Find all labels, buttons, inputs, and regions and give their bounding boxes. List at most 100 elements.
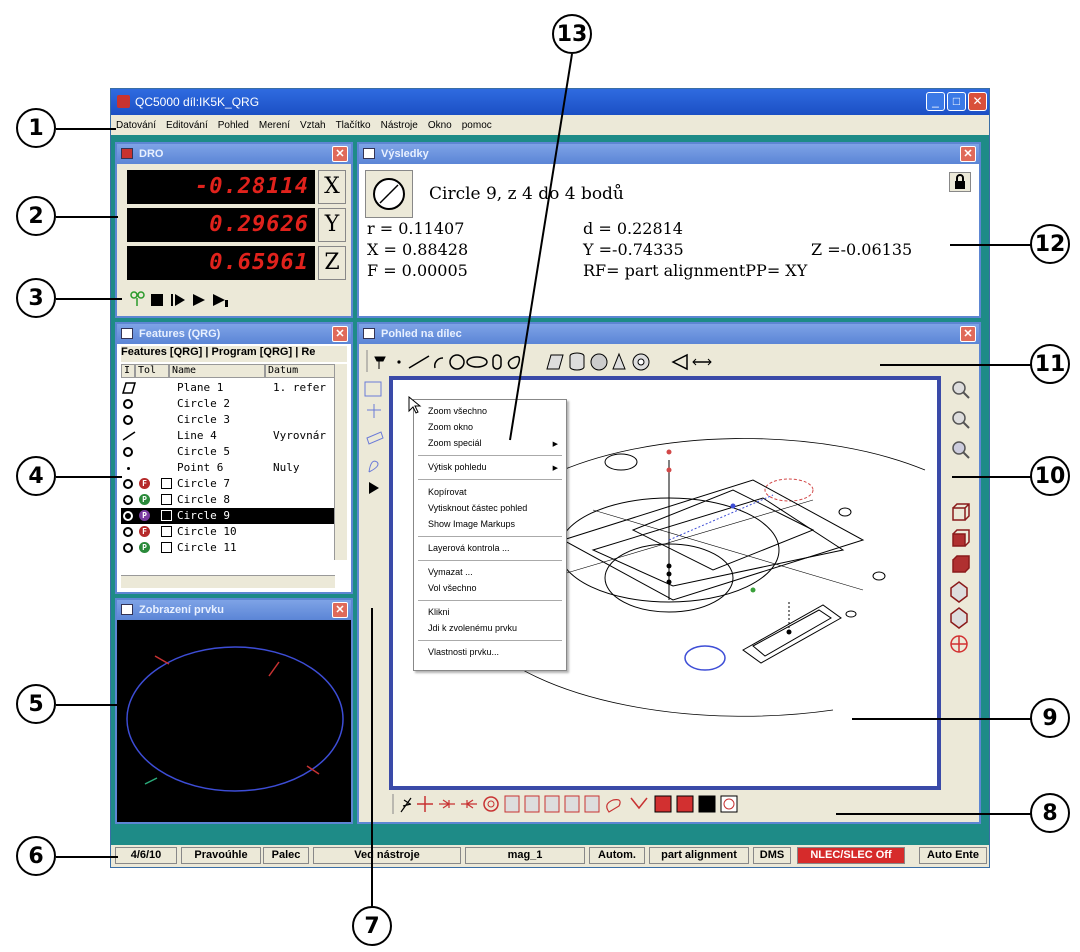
feature-view-titlebar[interactable]: Zobrazení prvku ✕ <box>117 600 351 620</box>
feature-row-circle-11[interactable]: P Circle 11 <box>121 540 337 556</box>
view-front-icon[interactable] <box>952 529 970 547</box>
status-nlec-slec[interactable]: NLEC/SLEC Off <box>797 847 905 864</box>
circle-probe-icon[interactable] <box>483 796 499 812</box>
zoom-window-icon[interactable] <box>952 411 970 429</box>
minimize-button[interactable]: _ <box>926 92 945 111</box>
mark-tool-2-icon[interactable] <box>676 795 694 813</box>
part-view-titlebar[interactable]: Pohled na dílec ✕ <box>359 324 979 344</box>
menu-vztah[interactable]: Vztah <box>295 120 331 131</box>
dro-y-axis-button[interactable]: Y <box>318 208 346 242</box>
status-mode[interactable]: Autom. <box>589 847 645 864</box>
view-top-icon[interactable] <box>950 581 968 603</box>
zoom-all-icon[interactable] <box>952 381 970 399</box>
feature-row-circle-5[interactable]: Circle 5 <box>121 444 337 460</box>
close-button[interactable]: ✕ <box>968 92 987 111</box>
maximize-button[interactable]: □ <box>947 92 966 111</box>
cross-icon[interactable] <box>417 796 433 812</box>
axis-icon[interactable] <box>367 404 381 418</box>
menu-pohled[interactable]: Pohled <box>213 120 254 131</box>
features-tabs[interactable]: Features [QRG] | Program [QRG] | Re <box>121 346 347 362</box>
edge-left-icon[interactable] <box>461 799 477 809</box>
menu-item-feature-properties[interactable]: Vlastnosti prvku... <box>428 647 499 657</box>
part-view-close-button[interactable]: ✕ <box>960 326 976 342</box>
run-to-end-icon[interactable] <box>213 294 228 307</box>
menu-item-layer-control[interactable]: Layerová kontrola ... <box>428 543 510 553</box>
menu-item-zoom-window[interactable]: Zoom okno <box>428 422 473 432</box>
feature-row-line-4[interactable]: Line 4 Vyrovnár <box>121 428 337 444</box>
distance-tool-icon[interactable] <box>692 358 712 366</box>
mark-tool-3-icon[interactable] <box>698 795 716 813</box>
menu-item-click[interactable]: Klikni <box>428 607 450 617</box>
feature-row-circle-7[interactable]: F Circle 7 <box>121 476 337 492</box>
menu-editovani[interactable]: Editování <box>161 120 213 131</box>
view-iso-icon[interactable] <box>952 503 970 521</box>
col-header-tol[interactable]: Tol <box>135 364 169 378</box>
line-tool-icon[interactable] <box>408 355 430 369</box>
menu-item-print-view[interactable]: Výtisk pohledu <box>428 462 487 472</box>
curve-icon[interactable] <box>368 460 379 473</box>
box-tool-5-icon[interactable] <box>584 795 600 813</box>
target-probe-icon[interactable] <box>720 795 738 813</box>
blob-probe-icon[interactable] <box>606 799 621 813</box>
menu-item-go-to-feature[interactable]: Jdi k zvolenému prvku <box>428 623 517 633</box>
feature-row-circle-9[interactable]: P Circle 9 <box>121 508 337 524</box>
edge-right-icon[interactable] <box>439 799 455 809</box>
step-play-icon[interactable] <box>171 294 185 306</box>
col-header-datum[interactable]: Datum <box>265 364 335 378</box>
mark-tool-1-icon[interactable] <box>654 795 672 813</box>
col-header-name[interactable]: Name <box>169 364 265 378</box>
menu-nastroje[interactable]: Nástroje <box>376 120 423 131</box>
features-hscrollbar[interactable] <box>121 575 335 588</box>
lock-icon[interactable] <box>949 172 971 192</box>
menu-item-delete[interactable]: Vymazat ... <box>428 567 473 577</box>
status-auto-enter[interactable]: Auto Ente <box>919 847 987 864</box>
dro-z-axis-button[interactable]: Z <box>318 246 346 280</box>
feature-row-circle-10[interactable]: F Circle 10 <box>121 524 337 540</box>
view-cube-icon[interactable] <box>364 381 382 397</box>
view-side-icon[interactable] <box>952 555 970 573</box>
menu-item-select-all[interactable]: Vol všechno <box>428 583 477 593</box>
stop-icon[interactable] <box>151 294 163 306</box>
sphere-tool-icon[interactable] <box>590 353 608 371</box>
menu-mereni[interactable]: Merení <box>254 120 295 131</box>
status-units[interactable]: Palec <box>263 847 309 864</box>
dro-x-axis-button[interactable]: X <box>318 170 346 204</box>
results-close-button[interactable]: ✕ <box>960 146 976 162</box>
menu-item-show-markups[interactable]: Show Image Markups <box>428 519 515 529</box>
arrow-icon[interactable] <box>369 482 379 494</box>
box-tool-4-icon[interactable] <box>564 795 580 813</box>
plane-view-icon[interactable] <box>366 431 384 445</box>
menu-tlacitko[interactable]: Tlačítko <box>331 120 376 131</box>
menu-item-copy[interactable]: Kopírovat <box>428 487 467 497</box>
feature-row-plane-1[interactable]: Plane 1 1. refer <box>121 380 337 396</box>
status-coord-system[interactable]: Pravoúhle <box>181 847 261 864</box>
play-icon[interactable] <box>193 294 205 306</box>
col-header-i[interactable]: I <box>121 364 135 378</box>
features-close-button[interactable]: ✕ <box>332 326 348 342</box>
feature-view-close-button[interactable]: ✕ <box>332 602 348 618</box>
view-rotate-icon[interactable] <box>950 607 968 629</box>
zoom-special-icon[interactable] <box>952 441 970 459</box>
v-probe-icon[interactable] <box>630 797 648 810</box>
cone-tool-icon[interactable] <box>612 352 626 370</box>
angle-tool-icon[interactable] <box>671 353 688 371</box>
crosshair-view-icon[interactable] <box>950 635 968 653</box>
probe-icon[interactable] <box>130 291 145 306</box>
slot-tool-icon[interactable] <box>466 356 488 368</box>
feature-row-circle-2[interactable]: Circle 2 <box>121 396 337 412</box>
box-tool-3-icon[interactable] <box>544 795 560 813</box>
menu-datovani[interactable]: Datování <box>111 120 161 131</box>
menu-item-zoom-special[interactable]: Zoom speciál <box>428 438 482 448</box>
dro-close-button[interactable]: ✕ <box>332 146 348 162</box>
feature-row-circle-8[interactable]: P Circle 8 <box>121 492 337 508</box>
menu-pomoc[interactable]: pomoc <box>457 120 497 131</box>
torus-tool-icon[interactable] <box>632 353 650 371</box>
feature-row-circle-3[interactable]: Circle 3 <box>121 412 337 428</box>
box-tool-2-icon[interactable] <box>524 795 540 813</box>
box-tool-1-icon[interactable] <box>504 795 520 813</box>
features-titlebar[interactable]: Features (QRG) ✕ <box>117 324 351 344</box>
status-angle-format[interactable]: DMS <box>753 847 791 864</box>
menu-okno[interactable]: Okno <box>423 120 457 131</box>
probe-tool-icon[interactable] <box>374 356 386 369</box>
circle-tool-icon[interactable] <box>449 354 465 370</box>
